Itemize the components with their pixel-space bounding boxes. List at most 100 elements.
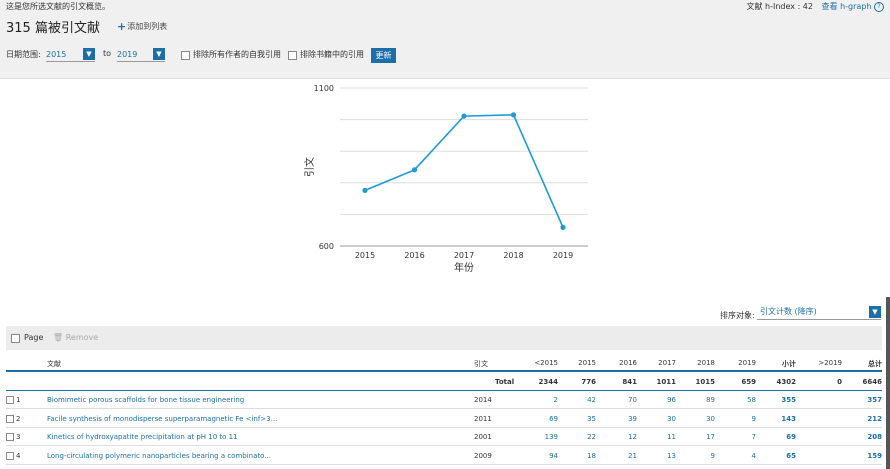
sort-label: 排序对象: [720, 311, 755, 320]
document-title-link[interactable]: Biomimetic porous scaffolds for bone tis… [47, 396, 244, 404]
total-value: 4302 [776, 378, 796, 386]
total-value: 6646 [862, 378, 882, 386]
x-tick-label: 2018 [503, 251, 523, 260]
citation-count: 13 [667, 451, 676, 460]
citation-count: 18 [587, 451, 596, 460]
col-header[interactable]: 2018 [675, 359, 715, 367]
col-header[interactable]: >2019 [802, 359, 842, 367]
data-point [510, 112, 517, 118]
exclude-books-checkbox[interactable] [288, 51, 297, 60]
hgraph-link[interactable]: 查看 h-graph [822, 2, 872, 11]
add-to-list-label: 添加到列表 [127, 22, 168, 31]
from-year-value: 2015 [46, 50, 67, 59]
col-header-document[interactable]: 文献 [47, 359, 61, 369]
citation-count: 139 [544, 433, 558, 441]
citation-count: 212 [867, 414, 882, 423]
row-index: 4 [16, 451, 21, 460]
col-header-citations[interactable]: 引文 [474, 359, 488, 369]
intro-text: 这是您所选文献的引文概览。 [6, 2, 110, 11]
row-divider [6, 463, 882, 465]
col-header[interactable]: 2015 [556, 359, 596, 367]
citation-count: 208 [867, 433, 882, 441]
document-title-link[interactable]: Long-circulating polymeric nanoparticles… [47, 452, 271, 460]
row-checkbox[interactable] [6, 451, 14, 460]
page-label: Page [24, 333, 44, 342]
row-index: 2 [16, 414, 21, 423]
citation-count: 9 [710, 451, 715, 460]
update-button[interactable]: 更新 [371, 48, 396, 63]
add-to-list-button[interactable]: +添加到列表 [117, 20, 167, 33]
citation-count: 96 [667, 396, 676, 404]
citation-count: 58 [747, 396, 756, 404]
row-divider [6, 426, 882, 428]
remove-label: Remove [65, 333, 99, 342]
hindex-label: 文献 h-Index : 42 [746, 2, 813, 11]
total-label: Total [495, 378, 515, 386]
citation-count: 21 [628, 451, 637, 460]
sort-select[interactable]: 引文计数 (降序) ▼ [757, 305, 881, 320]
total-value: 2344 [538, 378, 558, 386]
citation-count: 2 [553, 396, 558, 404]
citation-count: 69 [549, 414, 558, 423]
publication-year: 2014 [474, 396, 492, 404]
col-header[interactable]: 2019 [716, 359, 756, 367]
citation-count: 9 [751, 414, 756, 423]
row-index: 3 [16, 433, 21, 441]
hindex-area: 文献 h-Index : 42 查看 h-graph ? [746, 1, 884, 12]
help-icon[interactable]: ? [874, 1, 884, 12]
row-checkbox[interactable] [6, 414, 14, 423]
citation-count: 30 [706, 414, 715, 423]
citation-count: 4 [751, 451, 756, 460]
row-checkbox[interactable] [6, 396, 14, 404]
citation-count: 70 [628, 396, 637, 404]
select-page-checkbox[interactable] [11, 334, 20, 343]
citation-count: 35 [587, 414, 596, 423]
to-year-value: 2019 [117, 50, 138, 59]
col-header[interactable]: 2017 [636, 359, 676, 367]
chevron-down-icon: ▼ [83, 48, 95, 60]
total-value: 659 [741, 378, 756, 386]
data-point [461, 113, 467, 119]
citation-count: 65 [786, 451, 796, 460]
col-header[interactable]: 小计 [756, 359, 796, 369]
chevron-down-icon: ▼ [869, 306, 881, 318]
total-value: 1011 [656, 378, 676, 386]
series-line [364, 114, 564, 228]
citation-count: 17 [706, 433, 715, 441]
x-tick-label: 2017 [454, 251, 474, 260]
citation-count: 89 [706, 396, 715, 404]
data-point [362, 187, 368, 193]
exclude-books-label: 排除书籍中的引用 [300, 50, 364, 59]
citation-count: 7 [751, 433, 756, 441]
col-header[interactable]: 2016 [597, 359, 637, 367]
x-tick-label: 2015 [355, 251, 375, 260]
trash-icon: 🗑 [53, 333, 64, 342]
row-divider [6, 445, 882, 446]
row-checkbox[interactable] [6, 433, 14, 441]
from-year-select[interactable]: 2015 ▼ [46, 48, 95, 62]
publication-year: 2001 [474, 433, 492, 441]
col-header[interactable]: 总计 [842, 359, 882, 369]
remove-button[interactable]: 🗑 Remove [53, 333, 98, 342]
header-divider [6, 370, 882, 372]
citation-count: 39 [628, 414, 637, 423]
plus-icon: + [117, 20, 127, 33]
date-range-label: 日期范围: [6, 50, 41, 59]
header-panel: 这是您所选文献的引文概览。 文献 h-Index : 42 查看 h-graph… [0, 0, 890, 78]
citation-count: 22 [587, 433, 596, 441]
y-tick-label: 1100 [314, 84, 334, 93]
page-title: 315 篇被引文献 [6, 21, 100, 36]
y-tick-label: 600 [319, 242, 334, 251]
scrollbar[interactable] [886, 297, 890, 469]
citation-count: 143 [781, 414, 796, 423]
data-point [411, 167, 418, 173]
document-title-link[interactable]: Facile synthesis of monodisperse superpa… [47, 415, 277, 423]
to-year-select[interactable]: 2019 ▼ [117, 48, 165, 62]
citation-count: 30 [667, 414, 676, 423]
col-header[interactable]: <2015 [518, 359, 558, 367]
citation-count: 94 [549, 451, 558, 460]
divider [0, 78, 890, 79]
document-title-link[interactable]: Kinetics of hydroxyapatite precipitation… [47, 433, 238, 441]
exclude-self-checkbox[interactable] [181, 51, 190, 60]
x-axis-label: 年份 [454, 261, 474, 274]
